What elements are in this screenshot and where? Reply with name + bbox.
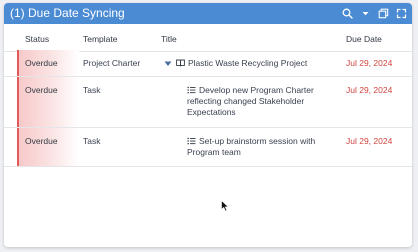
table-header: Status Template Title Due Date [4, 27, 412, 52]
due-date-cell: Jul 29, 2024 [346, 136, 393, 146]
panel-title: (1) Due Date Syncing [10, 6, 125, 20]
status-badge: Overdue [25, 136, 58, 146]
expand-caret-icon[interactable] [164, 59, 172, 66]
search-icon[interactable] [340, 7, 354, 21]
due-date-cell: Jul 29, 2024 [346, 85, 393, 95]
status-cell: Overdue [17, 77, 79, 127]
title-line: Expectations [187, 107, 236, 117]
table-row[interactable]: Overdue Task Set-up brainstorm session w… [4, 128, 412, 167]
title-line: reflecting changed Stakeholder [187, 96, 305, 106]
mouse-cursor-icon [221, 199, 230, 212]
title-cell[interactable]: Plastic Waste Recycling Project [176, 58, 307, 69]
table-row[interactable]: Overdue Task Develop new Program Charter… [4, 77, 412, 128]
due-date-cell: Jul 29, 2024 [346, 58, 393, 68]
title-line: Plastic Waste Recycling Project [188, 58, 308, 68]
column-header-due-date[interactable]: Due Date [346, 34, 382, 44]
list-icon [187, 86, 196, 94]
template-cell: Task [83, 85, 101, 95]
titlebar-actions [340, 5, 408, 22]
title-line: Set-up brainstorm session with [199, 136, 316, 146]
title-line: Develop new Program Charter [199, 85, 314, 95]
list-icon [187, 137, 196, 145]
status-cell: Overdue [17, 128, 79, 166]
column-header-template[interactable]: Template [83, 34, 118, 44]
panel-titlebar: (1) Due Date Syncing [4, 3, 412, 24]
title-line: Program team [187, 147, 241, 157]
due-date-syncing-panel: (1) Due Date Syncing Status Template Tit… [4, 3, 412, 247]
status-badge: Overdue [25, 58, 58, 68]
expand-icon[interactable] [394, 7, 408, 21]
column-header-title[interactable]: Title [161, 34, 177, 44]
status-cell: Overdue [17, 50, 79, 76]
template-cell: Task [83, 136, 101, 146]
copy-icon[interactable] [376, 7, 390, 21]
table-row[interactable]: Overdue Project Charter Plastic Waste Re… [4, 50, 412, 77]
title-cell[interactable]: Develop new Program Charter reflecting c… [187, 85, 314, 118]
status-badge: Overdue [25, 85, 58, 95]
chevron-down-icon[interactable] [358, 7, 372, 21]
book-icon [176, 59, 185, 67]
template-cell: Project Charter [83, 58, 141, 68]
column-header-status[interactable]: Status [25, 34, 49, 44]
title-cell[interactable]: Set-up brainstorm session with Program t… [187, 136, 315, 158]
